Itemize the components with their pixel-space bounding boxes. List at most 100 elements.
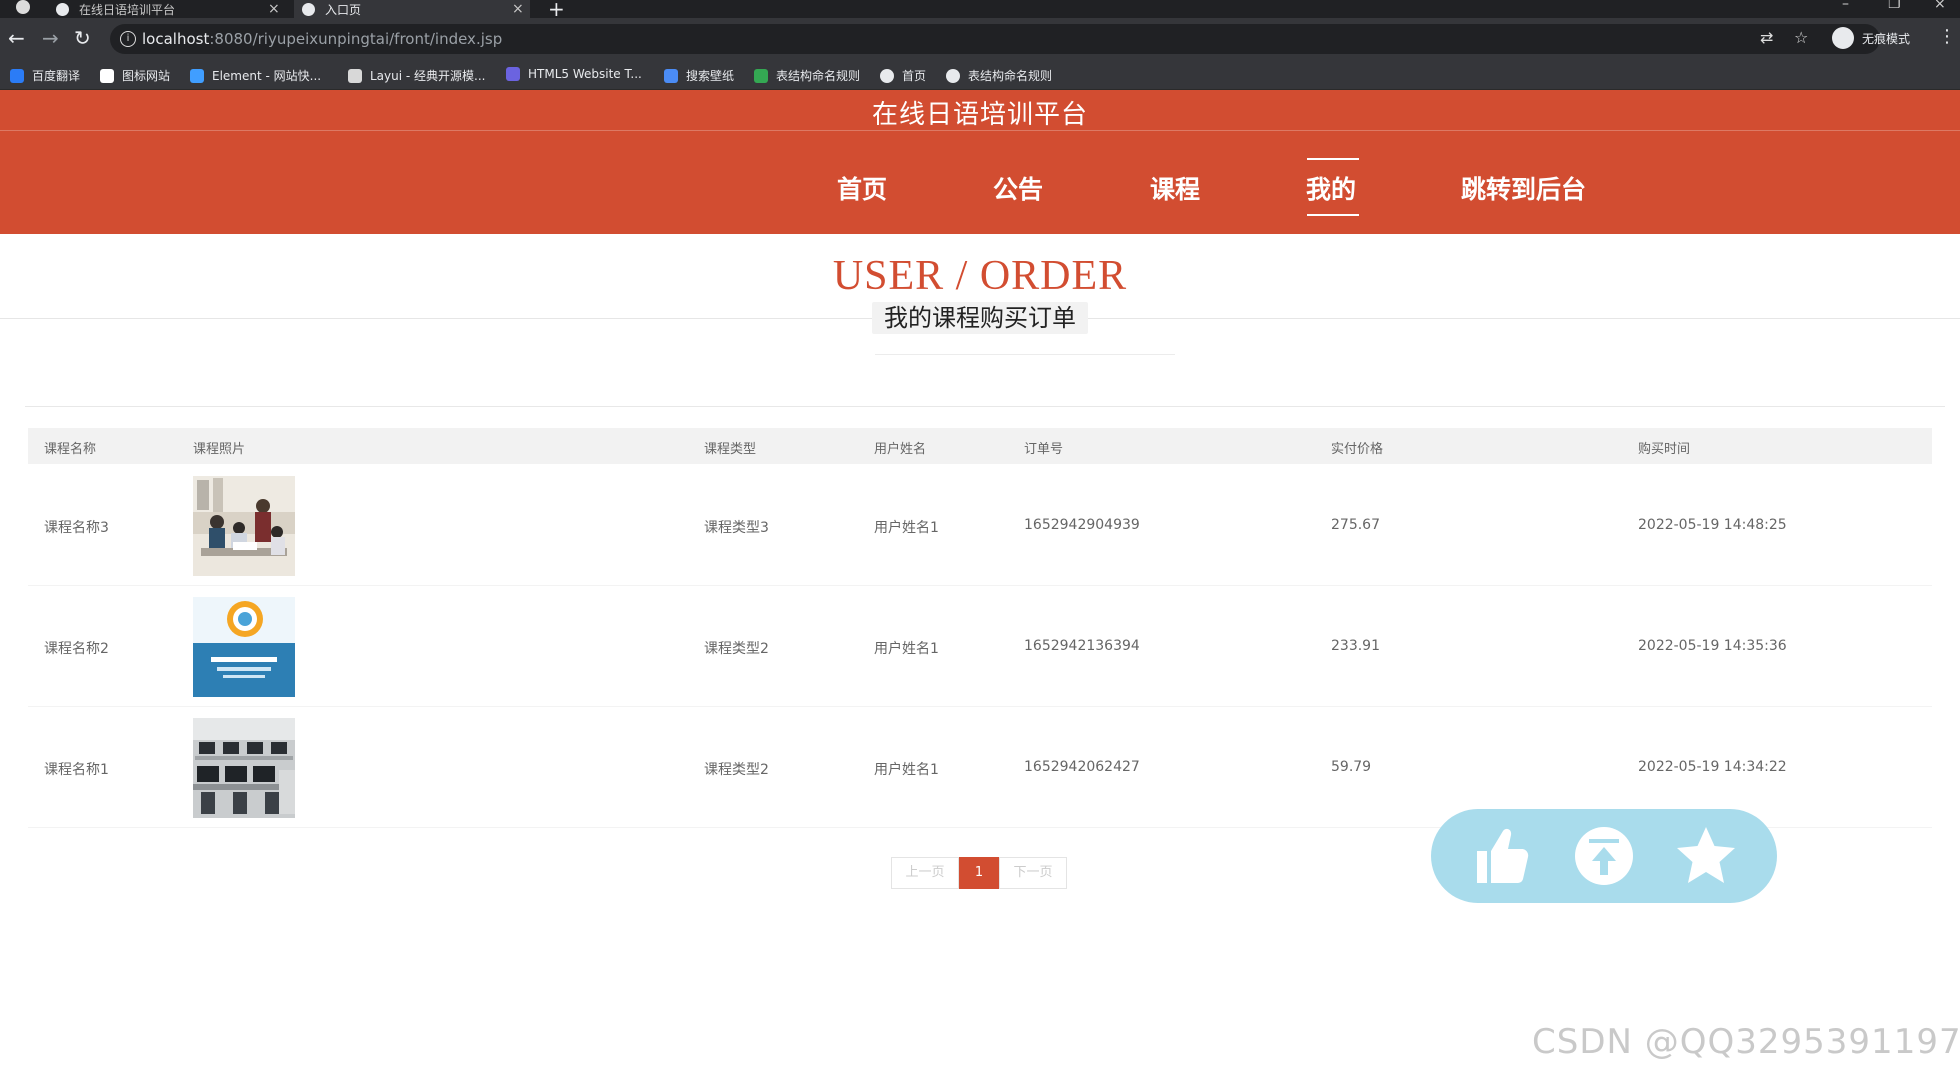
course-name: 课程名称2	[44, 641, 109, 657]
back-to-top-icon[interactable]	[1569, 821, 1639, 891]
prev-page-button[interactable]: 上一页	[891, 857, 959, 889]
column-header: 课程名称	[44, 442, 97, 457]
course-name: 课程名称3	[44, 520, 109, 536]
chrome-icon	[16, 0, 30, 14]
pagination: 上一页 1 下一页	[891, 857, 1067, 889]
bookmark-item[interactable]: Element - 网站快...	[190, 67, 321, 84]
more-menu-icon[interactable]: ⋮	[1938, 26, 1956, 47]
layui-icon	[348, 68, 362, 83]
back-arrow-icon[interactable]: ←	[8, 26, 25, 50]
paid-price: 233.91	[1331, 638, 1380, 654]
order-number: 1652942136394	[1024, 638, 1140, 654]
minimize-icon[interactable]: –	[1842, 0, 1849, 12]
course-photo-book-cover	[193, 597, 295, 697]
nav-announcements[interactable]: 公告	[993, 170, 1043, 206]
course-type: 课程类型3	[704, 520, 769, 536]
column-header: 课程照片	[193, 442, 246, 457]
close-icon[interactable]: ×	[268, 1, 280, 17]
next-page-button[interactable]: 下一页	[999, 857, 1067, 889]
course-photo-classroom	[193, 476, 295, 576]
purchase-time: 2022-05-19 14:34:22	[1638, 759, 1787, 775]
window-close-icon[interactable]: ×	[1934, 0, 1946, 12]
tab-title: 在线日语培训平台	[79, 2, 176, 17]
user-name: 用户姓名1	[874, 641, 939, 657]
table-header: 课程名称 课程照片 课程类型 用户姓名 订单号 实付价格 购买时间	[28, 428, 1932, 464]
table-row[interactable]: 课程名称2 课程类型2 用户姓名1 1652942136394 233.91 2…	[28, 587, 1932, 707]
site-info-icon[interactable]: i	[120, 31, 136, 47]
bookmark-item[interactable]: 表结构命名规则	[754, 67, 860, 84]
nav-courses[interactable]: 课程	[1150, 170, 1200, 206]
order-number: 1652942904939	[1024, 517, 1140, 533]
bookmark-item[interactable]: 图标网站	[100, 67, 170, 84]
bookmark-label: 搜索壁纸	[686, 69, 735, 83]
globe-icon	[946, 68, 960, 83]
site-title: 在线日语培训平台	[871, 100, 1088, 130]
incognito-label: 无痕模式	[1862, 31, 1911, 46]
course-type: 课程类型2	[704, 762, 769, 778]
globe-icon	[880, 68, 894, 83]
wallpaper-icon	[664, 68, 678, 83]
bookmark-item[interactable]: 百度翻译	[10, 67, 80, 84]
nav-mine[interactable]: 我的	[1306, 170, 1356, 206]
bookmark-item[interactable]: 表结构命名规则	[946, 67, 1052, 84]
course-name: 课程名称1	[44, 762, 109, 778]
bookmark-item[interactable]: 搜索壁纸	[664, 67, 734, 84]
csdn-watermark: CSDN @QQ3295391197	[1532, 1022, 1960, 1062]
globe-icon	[56, 2, 69, 16]
nav-active-indicator-bottom	[1307, 214, 1359, 216]
browser-toolbar: ← → ↻ i localhost:8080/riyupeixunpingtai…	[0, 18, 1960, 60]
element-icon	[190, 68, 204, 83]
bookmark-label: 表结构命名规则	[968, 69, 1053, 83]
incognito-profile[interactable]: 无痕模式	[1832, 27, 1910, 49]
purchase-time: 2022-05-19 14:48:25	[1638, 517, 1787, 533]
translate-icon[interactable]: ⇄	[1760, 28, 1773, 47]
header-divider	[0, 130, 1960, 131]
bookmark-item[interactable]: 首页	[880, 67, 926, 84]
url-text[interactable]: localhost:8080/riyupeixunpingtai/front/i…	[142, 30, 502, 48]
subtitle-underline	[875, 354, 1175, 355]
address-bar[interactable]: i localhost:8080/riyupeixunpingtai/front…	[110, 24, 1880, 54]
list-divider	[25, 406, 1945, 407]
baidu-translate-icon	[10, 68, 24, 83]
close-icon[interactable]: ×	[512, 1, 524, 17]
star-icon[interactable]	[1671, 821, 1741, 891]
column-header: 实付价格	[1331, 442, 1384, 457]
nav-admin[interactable]: 跳转到后台	[1461, 170, 1586, 206]
section-subtitle: 我的课程购买订单	[872, 302, 1088, 334]
floating-action-bar	[1431, 809, 1777, 903]
bookmark-star-icon[interactable]: ☆	[1794, 28, 1808, 47]
bookmark-label: 表结构命名规则	[776, 69, 861, 83]
bookmark-label: HTML5 Website T...	[528, 67, 642, 81]
browser-tab-entry[interactable]: 入口页 ×	[294, 0, 530, 18]
bookmark-item[interactable]: HTML5 Website T...	[506, 67, 642, 81]
order-number: 1652942062427	[1024, 759, 1140, 775]
html5-icon	[506, 67, 520, 81]
bookmark-label: Layui - 经典开源模...	[370, 69, 486, 83]
table-row[interactable]: 课程名称3 课程类型3 用户姓名1 1652942904939 275.67 2…	[28, 466, 1932, 586]
sheet-icon	[754, 68, 768, 83]
column-header: 课程类型	[704, 442, 757, 457]
incognito-icon	[1832, 27, 1854, 49]
forward-arrow-icon[interactable]: →	[42, 26, 59, 50]
url-path: :8080/riyupeixunpingtai/front/index.jsp	[209, 30, 503, 48]
bookmark-label: 图标网站	[122, 69, 171, 83]
nav-active-indicator-top	[1307, 158, 1359, 160]
purchase-time: 2022-05-19 14:35:36	[1638, 638, 1787, 654]
flag-icon	[100, 68, 114, 83]
browser-tab-strip: 在线日语培训平台 × 入口页 × + – ❐ ×	[0, 0, 1960, 21]
site-header: 在线日语培训平台 首页 公告 课程 我的 跳转到后台	[0, 90, 1960, 234]
restore-icon[interactable]: ❐	[1888, 0, 1901, 12]
globe-icon	[302, 2, 315, 16]
paid-price: 275.67	[1331, 517, 1380, 533]
page-number-current[interactable]: 1	[959, 857, 999, 889]
browser-tab-platform[interactable]: 在线日语培训平台 ×	[56, 0, 282, 18]
reload-icon[interactable]: ↻	[74, 26, 91, 50]
paid-price: 59.79	[1331, 759, 1372, 775]
bookmark-label: Element - 网站快...	[212, 69, 322, 83]
bookmark-item[interactable]: Layui - 经典开源模...	[348, 67, 485, 84]
thumbs-up-icon[interactable]	[1467, 821, 1537, 891]
url-host: localhost	[142, 30, 210, 48]
bookmarks-bar: 百度翻译 图标网站 Element - 网站快... Layui - 经典开源模…	[0, 60, 1960, 90]
column-header: 购买时间	[1638, 442, 1691, 457]
nav-home[interactable]: 首页	[837, 170, 887, 206]
